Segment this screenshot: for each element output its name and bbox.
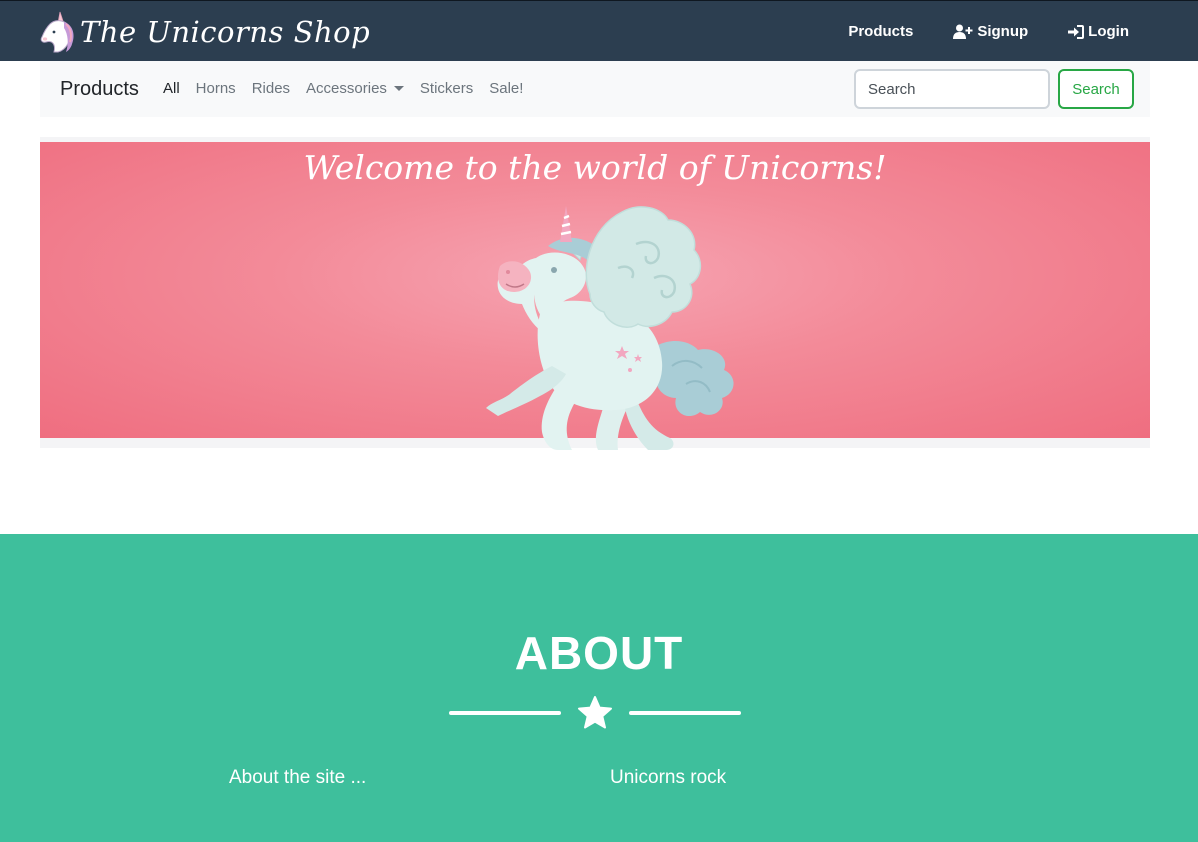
brand-title: The Unicorns Shop: [80, 15, 371, 49]
about-section: ABOUT About the site ... Unicorns rock: [0, 534, 1198, 842]
caret-down-icon: [393, 86, 404, 91]
nav-login-link[interactable]: Login: [1068, 23, 1129, 40]
user-plus-icon: [953, 24, 973, 39]
unicorn-head-logo: [40, 11, 74, 53]
nav-products-link[interactable]: Products: [848, 23, 913, 40]
category-accessories-label: Accessories: [306, 80, 387, 97]
category-sale[interactable]: Sale!: [489, 80, 523, 97]
hero-banner: Welcome to the world of Unicorns!: [40, 142, 1150, 450]
category-nav: All Horns Rides Accessories Stickers Sal…: [163, 80, 539, 97]
about-right-text: Unicorns rock: [610, 767, 727, 788]
sign-in-icon: [1068, 24, 1085, 39]
about-title: ABOUT: [514, 627, 684, 679]
winged-unicorn-illustration: [486, 206, 734, 450]
nav-signup-link[interactable]: Signup: [953, 23, 1028, 40]
divider-line-left: [449, 711, 561, 715]
top-navbar: The Unicorns Shop Products Signup Login: [0, 0, 1198, 61]
about-left-text: About the site ...: [229, 767, 367, 788]
category-all[interactable]: All: [163, 80, 180, 97]
category-stickers[interactable]: Stickers: [420, 80, 473, 97]
brand-link[interactable]: The Unicorns Shop: [38, 9, 370, 55]
search-input[interactable]: [854, 69, 1050, 109]
products-navbar: Products All Horns Rides Accessories Sti…: [40, 61, 1150, 117]
divider-line-right: [629, 711, 741, 715]
hero-section: Welcome to the world of Unicorns!: [40, 137, 1150, 450]
category-horns[interactable]: Horns: [196, 80, 236, 97]
category-rides[interactable]: Rides: [252, 80, 290, 97]
nav-login-label: Login: [1088, 23, 1129, 40]
search-button[interactable]: Search: [1058, 69, 1134, 109]
category-accessories-dropdown[interactable]: Accessories: [306, 80, 404, 97]
nav-products-label: Products: [848, 23, 914, 40]
top-nav: Products Signup Login: [848, 1, 1129, 62]
products-nav-brand[interactable]: Products: [60, 78, 139, 101]
nav-signup-label: Signup: [977, 23, 1029, 40]
hero-title: Welcome to the world of Unicorns!: [303, 148, 887, 187]
star-icon: [578, 696, 612, 729]
